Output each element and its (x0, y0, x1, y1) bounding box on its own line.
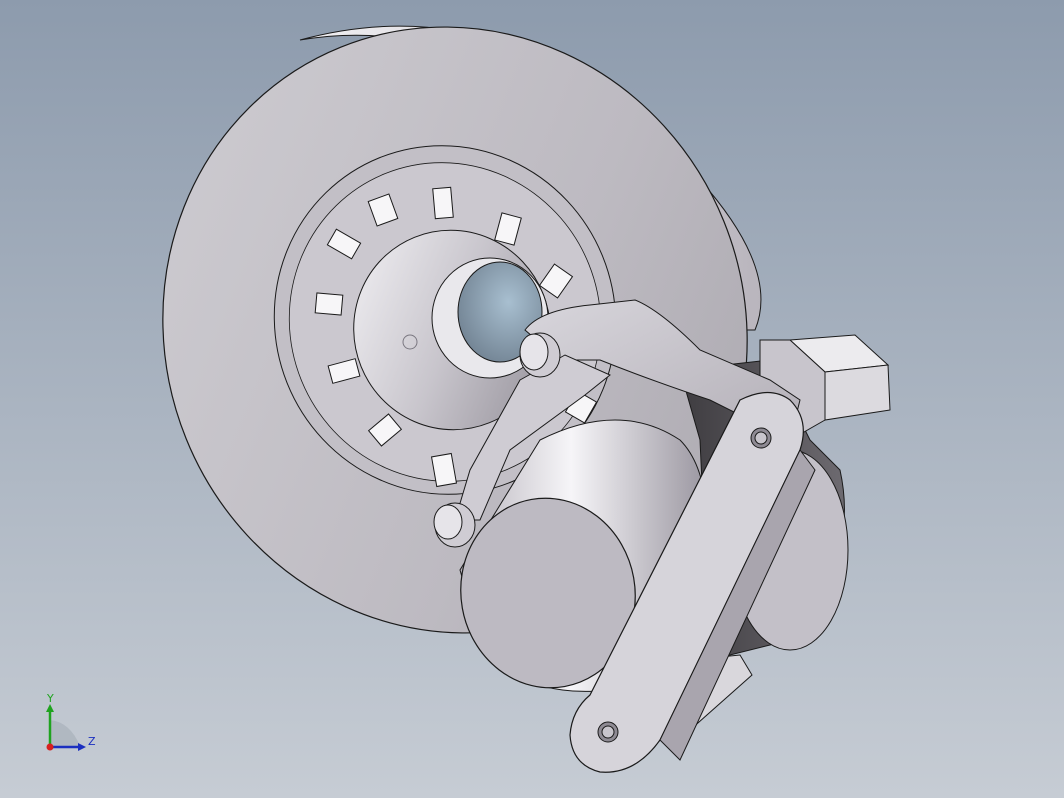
orientation-triad[interactable]: Y Z (30, 690, 110, 760)
y-axis-label: Y (46, 692, 54, 705)
triad-shadow (50, 720, 80, 746)
triad-origin (46, 743, 54, 751)
y-axis-arrow (46, 704, 54, 712)
brake-assembly-model[interactable] (0, 0, 1064, 798)
z-axis-label: Z (88, 735, 96, 748)
graphics-viewport[interactable]: Y Z (0, 0, 1064, 798)
z-axis-arrow (78, 743, 86, 751)
pin-lower (433, 502, 476, 548)
pin-upper (519, 332, 561, 378)
bolt-hole-lower (597, 721, 619, 743)
bolt-hole-upper (750, 427, 772, 449)
